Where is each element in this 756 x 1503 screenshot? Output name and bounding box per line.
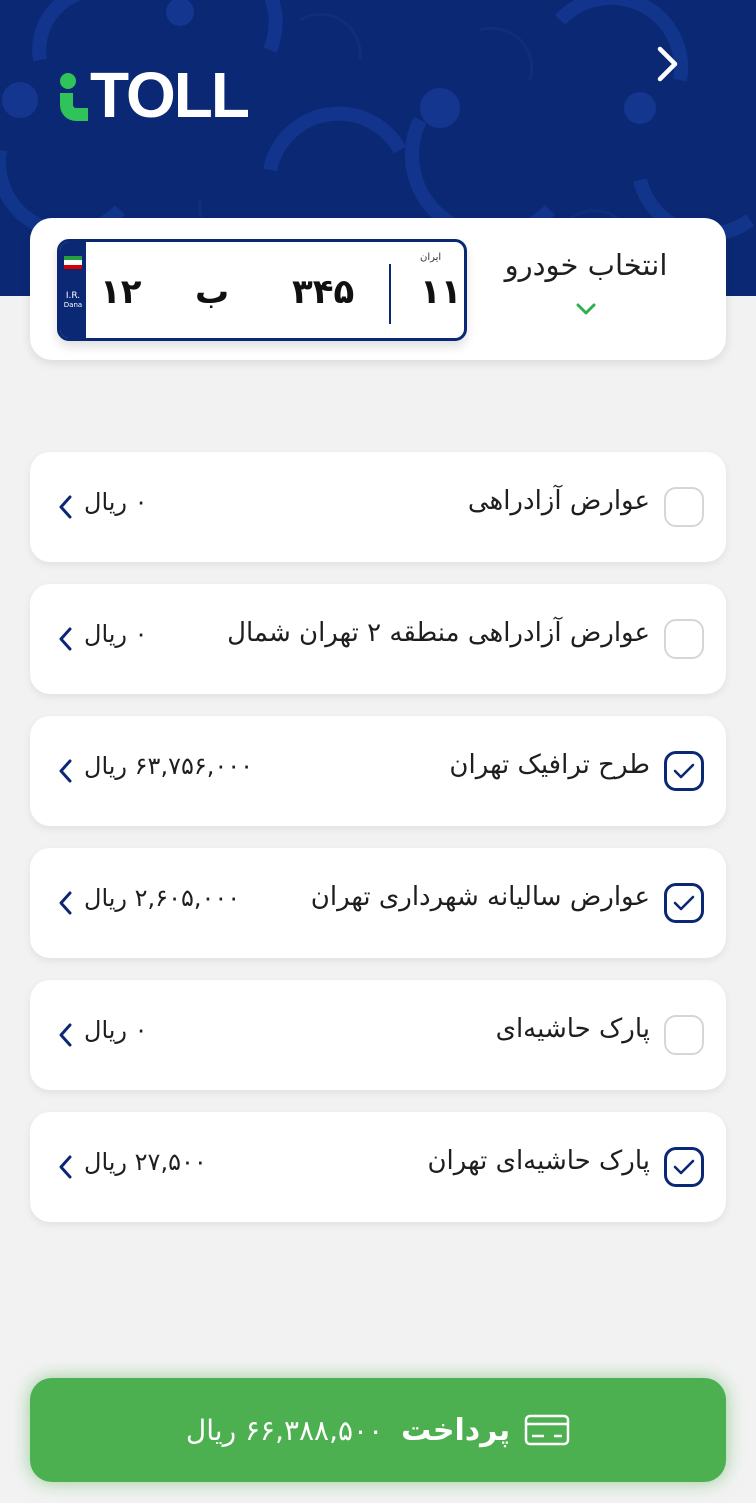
itoll-logo: TOLL xyxy=(58,59,250,131)
bill-title: عوارض آزادراهی xyxy=(467,486,650,516)
plate-region-caption: ایران xyxy=(420,252,442,263)
plate-country-code: I.R. Dana xyxy=(62,291,84,310)
vehicle-select-dropdown[interactable]: انتخاب خودرو xyxy=(486,248,686,316)
plate-country-band: I.R. Dana xyxy=(60,242,86,338)
bill-checkbox[interactable] xyxy=(664,1147,704,1187)
vehicle-card: I.R. Dana ۱۲ ب ۳۴۵ ایران ۱۱ انتخاب خودرو xyxy=(30,218,726,360)
plate-letter: ب xyxy=(195,272,230,312)
license-plate: I.R. Dana ۱۲ ب ۳۴۵ ایران ۱۱ xyxy=(57,239,467,341)
bill-title: پارک حاشیه‌ای تهران xyxy=(427,1146,650,1176)
bill-title: عوارض آزادراهی منطقه ۲ تهران شمال xyxy=(227,618,650,648)
chevron-left-icon[interactable] xyxy=(58,626,74,652)
plate-divider xyxy=(389,264,391,324)
bill-item[interactable]: پارک حاشیه‌ای ۰ ریال xyxy=(30,980,726,1090)
bill-item[interactable]: پارک حاشیه‌ای تهران ۲۷,۵۰۰ ریال xyxy=(30,1112,726,1222)
bill-item[interactable]: عوارض سالیانه شهرداری تهران ۲,۶۰۵,۰۰۰ ری… xyxy=(30,848,726,958)
checkmark-icon xyxy=(673,895,695,911)
bill-checkbox[interactable] xyxy=(664,751,704,791)
pay-icon-wrap xyxy=(524,1414,570,1446)
plate-part2: ۳۴۵ xyxy=(292,272,355,312)
checkmark-icon xyxy=(673,1159,695,1175)
bill-amount: ۰ ریال xyxy=(84,620,148,648)
checkmark-icon xyxy=(673,763,695,779)
bill-title: طرح ترافیک تهران xyxy=(449,750,650,780)
bill-title: عوارض سالیانه شهرداری تهران xyxy=(310,882,650,912)
bill-amount: ۰ ریال xyxy=(84,488,148,516)
logo-i-mark xyxy=(58,69,88,121)
bill-checkbox[interactable] xyxy=(664,1015,704,1055)
chevron-left-icon[interactable] xyxy=(58,494,74,520)
logo-i-stem xyxy=(60,93,88,121)
logo-text: TOLL xyxy=(90,59,250,131)
pay-label: پرداخت xyxy=(401,1412,511,1448)
logo-i-dot xyxy=(60,73,76,89)
bill-item[interactable]: طرح ترافیک تهران ۶۳,۷۵۶,۰۰۰ ریال xyxy=(30,716,726,826)
bill-title: پارک حاشیه‌ای xyxy=(495,1014,650,1044)
bill-checkbox[interactable] xyxy=(664,619,704,659)
bill-checkbox[interactable] xyxy=(664,883,704,923)
plate-part1: ۱۲ xyxy=(100,272,142,312)
chevron-left-icon[interactable] xyxy=(58,1022,74,1048)
vehicle-select-label: انتخاب خودرو xyxy=(504,248,668,282)
back-button[interactable] xyxy=(646,42,690,86)
bill-checkbox[interactable] xyxy=(664,487,704,527)
bill-amount: ۲,۶۰۵,۰۰۰ ریال xyxy=(84,884,241,912)
pay-button[interactable]: پرداخت ۶۶,۳۸۸,۵۰۰ ریال xyxy=(30,1378,726,1482)
plate-region: ۱۱ xyxy=(420,272,462,312)
plate-country-code-text: I.R. xyxy=(65,291,81,301)
plate-country-sub: Dana xyxy=(63,300,83,309)
bill-amount: ۰ ریال xyxy=(84,1016,148,1044)
chevron-down-icon xyxy=(576,303,596,315)
chevron-right-icon xyxy=(657,46,678,82)
bill-item[interactable]: عوارض آزادراهی منطقه ۲ تهران شمال ۰ ریال xyxy=(30,584,726,694)
bill-item[interactable]: عوارض آزادراهی ۰ ریال xyxy=(30,452,726,562)
bill-amount: ۶۳,۷۵۶,۰۰۰ ریال xyxy=(84,752,254,780)
chevron-left-icon[interactable] xyxy=(58,758,74,784)
chevron-left-icon[interactable] xyxy=(58,1154,74,1180)
pay-amount: ۶۶,۳۸۸,۵۰۰ ریال xyxy=(185,1413,384,1447)
chevron-left-icon[interactable] xyxy=(58,890,74,916)
iran-flag-icon xyxy=(64,256,82,269)
bill-amount: ۲۷,۵۰۰ ریال xyxy=(84,1148,207,1176)
credit-card-icon xyxy=(524,1414,570,1446)
